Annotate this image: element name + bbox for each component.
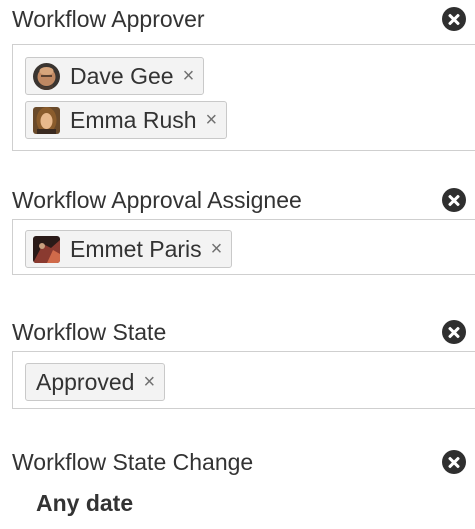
filter-header: Workflow State	[0, 317, 475, 347]
token-label: Emma Rush	[70, 106, 197, 133]
token-input[interactable]: Emmet Paris ×	[12, 219, 475, 275]
filter-header: Workflow Approval Assignee	[0, 185, 475, 215]
emma-rush-avatar	[33, 106, 60, 134]
token-emma-rush: Emma Rush ×	[25, 101, 228, 139]
token-dave-gee: Dave Gee ×	[25, 57, 205, 95]
filter-title: Workflow Approver	[12, 6, 205, 32]
token-label: Approved	[36, 368, 135, 395]
token-input[interactable]: Approved ×	[12, 351, 475, 409]
filter-title: Workflow Approval Assignee	[12, 187, 302, 213]
filter-workflow-state-change: Workflow State Change Any date	[0, 447, 475, 516]
date-filter-value[interactable]: Any date	[36, 490, 133, 517]
remove-token-x-icon[interactable]: ×	[206, 110, 218, 130]
filter-title: Workflow State Change	[12, 449, 254, 475]
filter-workflow-approver: Workflow Approver Dave Gee × Emma Rush ×	[0, 4, 475, 151]
remove-filter-close-icon[interactable]	[442, 450, 466, 474]
token-label: Emmet Paris	[70, 235, 202, 262]
remove-filter-close-icon[interactable]	[442, 320, 466, 344]
filter-title: Workflow State	[12, 319, 167, 345]
filter-workflow-approval-assignee: Workflow Approval Assignee Emmet Paris ×	[0, 185, 475, 275]
filter-workflow-state: Workflow State Approved ×	[0, 317, 475, 409]
remove-filter-close-icon[interactable]	[442, 7, 466, 31]
remove-token-x-icon[interactable]: ×	[183, 66, 195, 86]
dave-gee-avatar	[33, 62, 60, 90]
filter-header: Workflow State Change	[0, 447, 475, 477]
remove-filter-close-icon[interactable]	[442, 188, 466, 212]
remove-token-x-icon[interactable]: ×	[143, 372, 155, 392]
token-input[interactable]: Dave Gee × Emma Rush ×	[12, 44, 475, 151]
remove-token-x-icon[interactable]: ×	[211, 239, 223, 259]
token-approved: Approved ×	[25, 363, 166, 401]
token-label: Dave Gee	[70, 62, 174, 89]
filter-header: Workflow Approver	[0, 4, 475, 34]
token-emmet-paris: Emmet Paris ×	[25, 230, 233, 268]
emmet-paris-avatar	[33, 235, 60, 263]
